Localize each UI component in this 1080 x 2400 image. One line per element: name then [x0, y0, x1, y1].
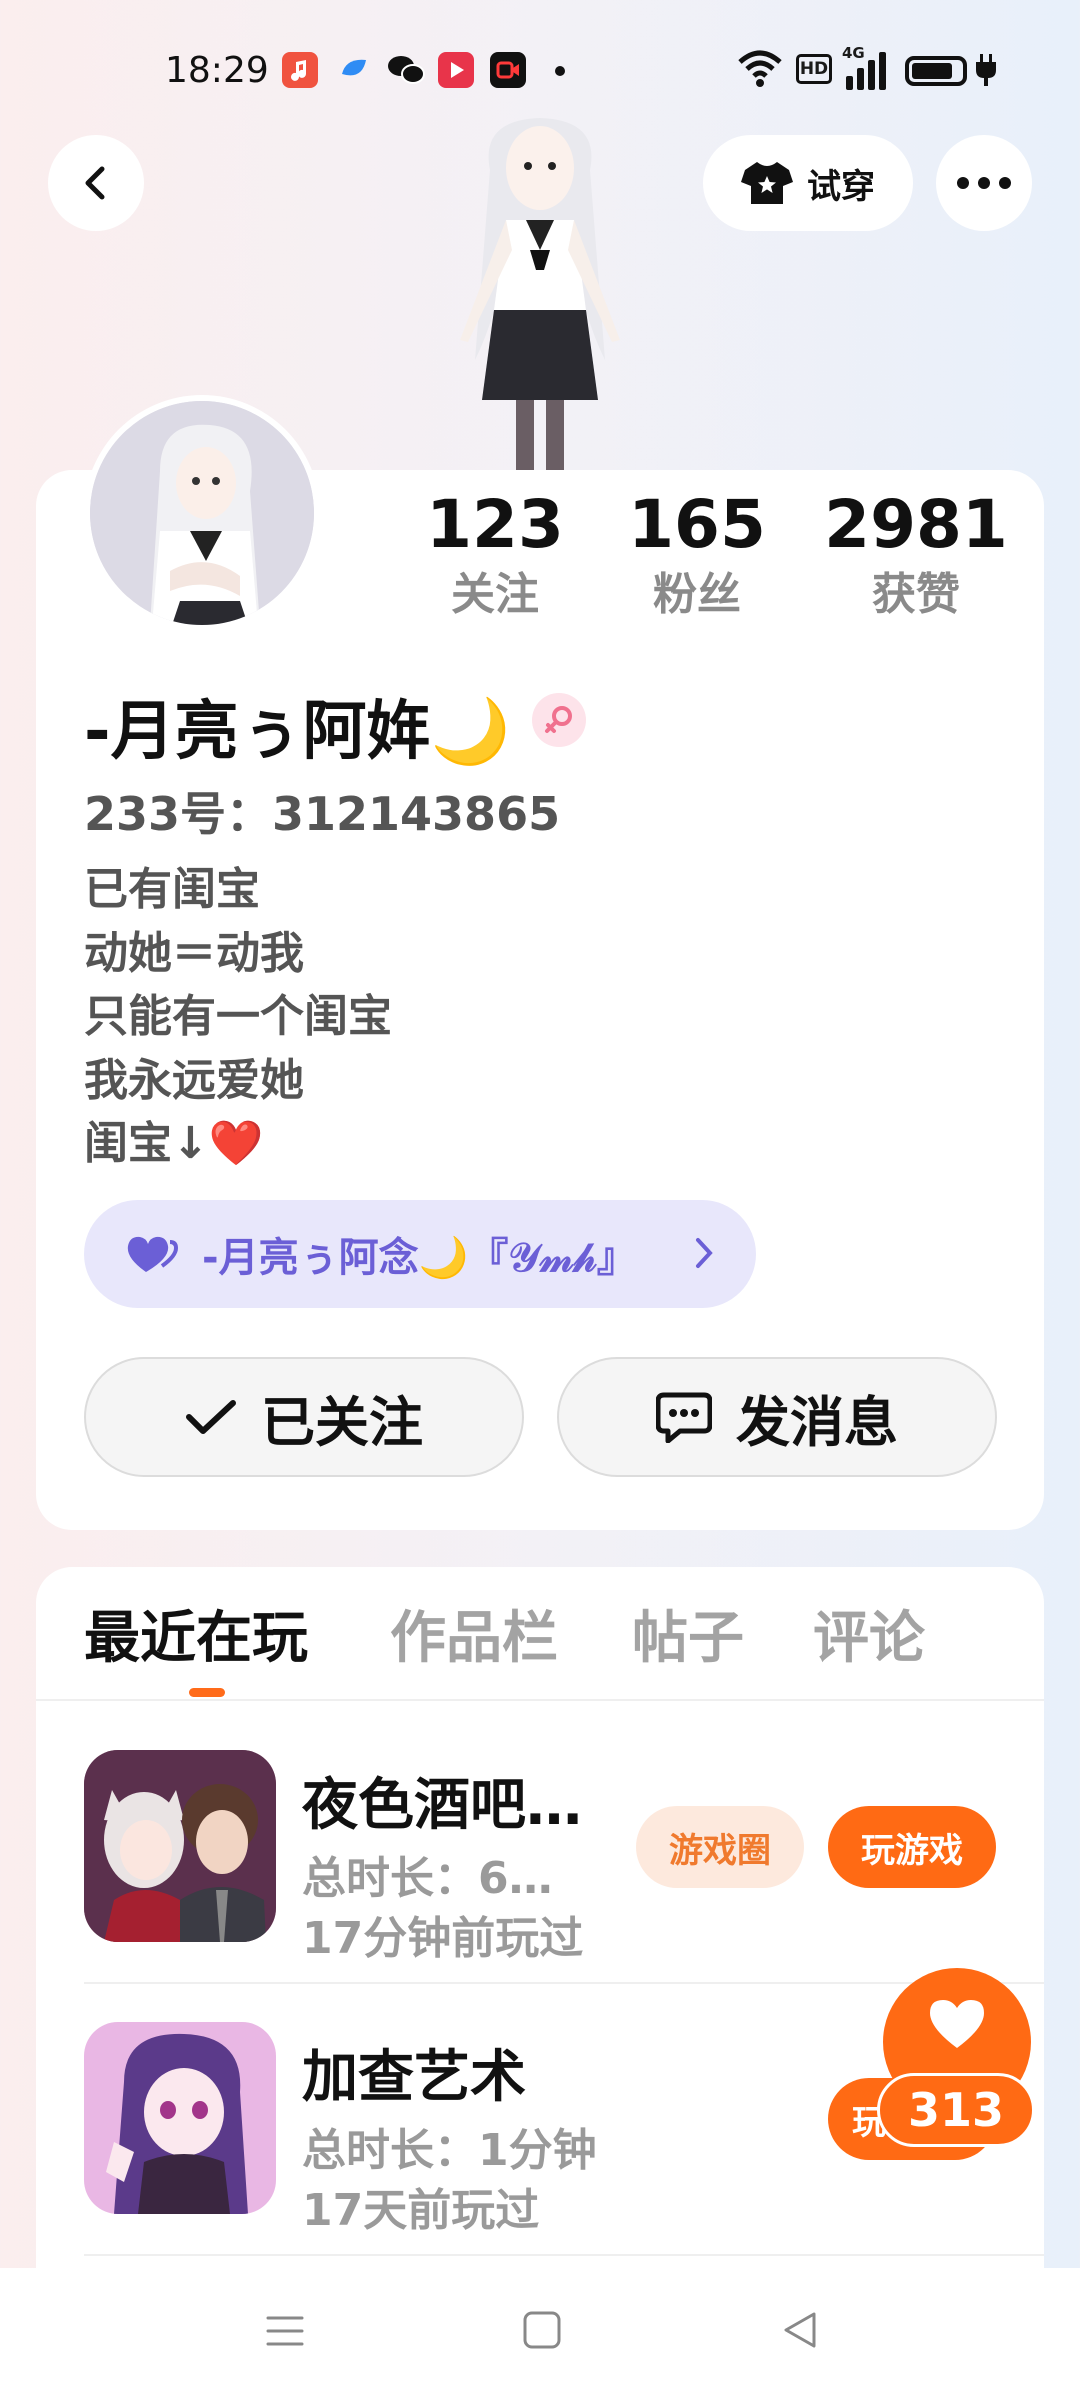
video-app-icon	[438, 52, 474, 88]
recorder-app-icon	[490, 52, 526, 88]
send-message-label: 发消息	[736, 1390, 898, 1454]
stat-following-label: 关注	[451, 569, 539, 620]
game-circle-button[interactable]: 游戏圈	[636, 1806, 804, 1888]
account-id: 233号：312143865	[84, 787, 561, 841]
game-icon-night-bar	[84, 1750, 276, 1942]
try-on-button[interactable]: 试穿	[703, 135, 913, 231]
4g-signal-icon: 4G	[842, 44, 896, 90]
chevron-left-icon	[85, 166, 105, 200]
tab-indicator	[189, 1688, 225, 1697]
menu-icon[interactable]	[262, 2308, 308, 2354]
play-game-button[interactable]: 玩游戏	[828, 1806, 996, 1888]
nickname: -月亮ぅ阿姩🌙	[84, 695, 511, 769]
row-divider	[84, 1982, 1044, 1984]
notification-dot	[555, 66, 565, 76]
more-options-button[interactable]	[936, 135, 1032, 231]
chevron-right-icon	[696, 1238, 713, 1268]
tshirt-icon	[741, 162, 793, 204]
stat-followers-value: 165	[628, 486, 766, 563]
more-dots-icon	[957, 177, 1011, 189]
like-count: 313	[877, 2073, 1035, 2147]
stat-likes-label: 获赞	[872, 569, 960, 620]
game-row[interactable]: 夜色酒吧… 总时长：6… 17分钟前玩过 游戏圈 玩游戏	[84, 1750, 1044, 2010]
tab-comments[interactable]: 评论	[813, 1593, 925, 1674]
game-title: 加查艺术	[302, 2045, 526, 2110]
bio-line: 动她＝动我	[84, 927, 304, 979]
heart-icon	[930, 2000, 984, 2048]
game-last-played: 17分钟前玩过	[302, 1913, 584, 1964]
chat-bubble-icon	[656, 1392, 712, 1443]
wechat-icon	[386, 52, 425, 88]
charging-icon	[976, 54, 996, 86]
heart-couple-icon	[127, 1236, 179, 1272]
row-divider	[84, 2254, 1044, 2256]
bio: 已有闺宝 动她＝动我 只能有一个闺宝 我永远爱她 闺宝↓❤️	[84, 858, 392, 1176]
female-gender-icon	[532, 693, 586, 747]
avatar[interactable]	[84, 395, 320, 631]
profile-3d-avatar[interactable]	[420, 110, 660, 475]
linked-user-name: -月亮ぅ阿念🌙『𝒴𝓂𝒽』	[202, 1235, 637, 1281]
avatar-image	[90, 401, 314, 625]
battery-icon	[905, 56, 967, 86]
hd-icon: HD	[796, 54, 832, 84]
try-on-label: 试穿	[807, 166, 875, 207]
back-button[interactable]	[48, 135, 144, 231]
stat-likes-value: 2981	[824, 486, 1008, 563]
game-icon-gacha-art	[84, 2022, 276, 2214]
status-time: 18:29	[165, 50, 269, 91]
bio-line: 只能有一个闺宝	[84, 991, 392, 1042]
stat-likes[interactable]: 2981 获赞	[816, 485, 1016, 625]
following-label: 已关注	[261, 1390, 423, 1454]
linked-user-pill[interactable]: -月亮ぅ阿念🌙『𝒴𝓂𝒽』	[84, 1200, 756, 1308]
bio-line: 我永远爱她	[84, 1054, 304, 1106]
stat-followers-label: 粉丝	[653, 569, 741, 620]
tab-works[interactable]: 作品栏	[390, 1593, 558, 1674]
stat-followers[interactable]: 165 粉丝	[597, 485, 797, 625]
game-title: 夜色酒吧…	[302, 1773, 582, 1838]
tab-divider	[36, 1699, 1044, 1701]
tab-posts[interactable]: 帖子	[632, 1593, 744, 1674]
stat-following[interactable]: 123 关注	[395, 485, 595, 625]
home-square-icon[interactable]	[520, 2308, 564, 2352]
tab-recently-played[interactable]: 最近在玩	[84, 1593, 308, 1674]
music-app-icon	[282, 52, 318, 88]
back-triangle-icon[interactable]	[778, 2308, 822, 2352]
checkmark-icon	[186, 1400, 236, 1434]
bio-line: 已有闺宝	[84, 864, 260, 915]
game-last-played: 17天前玩过	[302, 2185, 540, 2236]
bio-line: 闺宝↓❤️	[84, 1118, 264, 1169]
following-button[interactable]: 已关注	[84, 1357, 524, 1477]
send-message-button[interactable]: 发消息	[557, 1357, 997, 1477]
browser-app-icon	[336, 52, 372, 88]
stat-following-value: 123	[426, 486, 564, 563]
system-nav-bar	[0, 2268, 1080, 2400]
game-duration: 总时长：6…	[302, 1853, 553, 1904]
game-duration: 总时长：1分钟	[302, 2125, 597, 2176]
wifi-icon	[738, 50, 782, 87]
